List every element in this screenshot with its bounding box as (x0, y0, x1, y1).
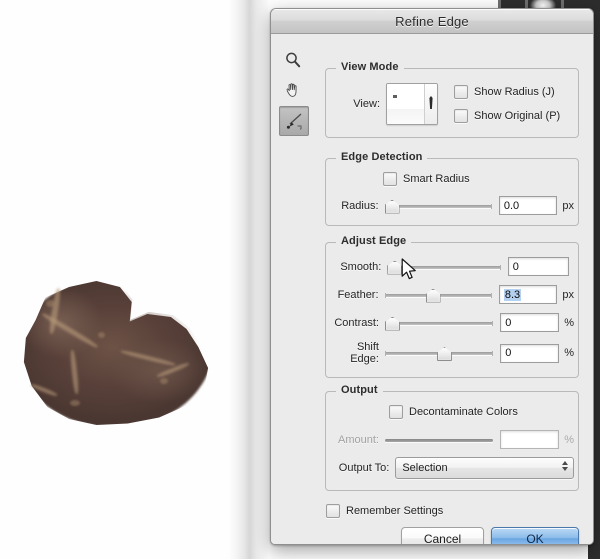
amount-unit: % (564, 434, 574, 446)
view-mode-popup[interactable] (386, 83, 438, 125)
adjust-edge-group: Adjust Edge Smooth: 0 Feather: (325, 242, 579, 378)
canvas-edge-shadow (228, 0, 268, 559)
radius-row: Radius: 0.0 px (330, 196, 574, 215)
magnifier-icon (284, 51, 302, 69)
contrast-unit: % (564, 317, 574, 329)
contrast-label: Contrast: (330, 317, 379, 329)
dialog-body: View Mode View: Show Radius (J) (271, 34, 593, 544)
shift-edge-unit: % (564, 347, 574, 359)
decontaminate-colors-checkbox[interactable] (389, 405, 403, 419)
contrast-value: 0 (505, 317, 511, 329)
cancel-button[interactable]: Cancel (401, 527, 484, 545)
contrast-input[interactable]: 0 (500, 313, 559, 332)
refine-edge-dialog: Refine Edge (270, 8, 594, 545)
stepper-arrows-icon (562, 461, 568, 471)
furry-brown-object (10, 272, 222, 437)
view-row: View: (338, 83, 438, 125)
ok-button[interactable]: OK (491, 527, 579, 545)
amount-slider (385, 433, 493, 447)
remember-settings-checkbox[interactable] (326, 504, 340, 518)
amount-label: Amount: (330, 434, 379, 446)
radius-slider[interactable] (385, 199, 492, 213)
feather-input[interactable]: 8.3 (499, 285, 558, 304)
refine-radius-tool[interactable] (279, 106, 309, 136)
shift-edge-label: Shift Edge: (330, 341, 379, 365)
cursor-arrow-icon (401, 258, 418, 282)
view-mode-group: View Mode View: Show Radius (J) (325, 68, 579, 138)
shift-edge-row: Shift Edge: 0 % (330, 341, 574, 365)
tool-strip (279, 46, 311, 138)
decontaminate-colors-label: Decontaminate Colors (409, 406, 518, 418)
show-radius-checkbox-row[interactable]: Show Radius (J) (454, 85, 555, 99)
dialog-title: Refine Edge (395, 14, 469, 29)
radius-label: Radius: (330, 200, 379, 212)
remember-settings-label: Remember Settings (346, 505, 443, 517)
amount-row: Amount: % (330, 430, 574, 449)
output-to-row: Output To: Selection (330, 457, 574, 479)
decontaminate-colors-checkbox-row[interactable]: Decontaminate Colors (389, 405, 518, 419)
shift-edge-slider[interactable] (385, 346, 493, 360)
shift-edge-slider-thumb[interactable] (437, 347, 452, 361)
show-radius-label: Show Radius (J) (474, 86, 555, 98)
feather-value: 8.3 (504, 289, 521, 301)
show-original-checkbox[interactable] (454, 109, 468, 123)
chevron-down-icon (427, 93, 435, 115)
contrast-row: Contrast: 0 % (330, 313, 574, 332)
feather-slider-thumb[interactable] (426, 289, 441, 303)
amount-input (500, 430, 559, 449)
view-preview-thumbnail (387, 84, 425, 124)
hand-icon (284, 81, 302, 99)
output-to-label: Output To: (330, 462, 389, 474)
contrast-slider[interactable] (385, 316, 493, 330)
output-to-value: Selection (402, 462, 447, 474)
show-radius-checkbox[interactable] (454, 85, 468, 99)
output-title: Output (336, 384, 383, 396)
zoom-tool[interactable] (279, 46, 307, 74)
contrast-slider-thumb[interactable] (385, 317, 400, 331)
shift-edge-input[interactable]: 0 (500, 344, 559, 363)
smart-radius-label: Smart Radius (403, 173, 470, 185)
hand-tool[interactable] (279, 76, 307, 104)
radius-value: 0.0 (504, 200, 519, 212)
output-to-select[interactable]: Selection (395, 457, 574, 479)
smart-radius-checkbox[interactable] (383, 172, 397, 186)
smooth-input[interactable]: 0 (508, 257, 569, 276)
edge-detection-group: Edge Detection Smart Radius Radius: 0.0 … (325, 158, 579, 226)
feather-label: Feather: (330, 289, 379, 301)
show-original-checkbox-row[interactable]: Show Original (P) (454, 109, 560, 123)
refine-brush-icon (284, 112, 304, 130)
output-group: Output Decontaminate Colors Amount: % Ou… (325, 391, 579, 491)
smart-radius-checkbox-row[interactable]: Smart Radius (383, 172, 470, 186)
smooth-label: Smooth: (330, 261, 381, 273)
edge-detection-title: Edge Detection (336, 151, 427, 163)
mouse-cursor (401, 258, 418, 282)
smooth-value: 0 (513, 261, 519, 273)
smooth-row: Smooth: 0 (330, 257, 574, 276)
ok-button-label: OK (526, 532, 543, 546)
shift-edge-value: 0 (505, 347, 511, 359)
dialog-titlebar[interactable]: Refine Edge (271, 9, 593, 34)
feather-row: Feather: 8.3 px (330, 285, 574, 304)
radius-input[interactable]: 0.0 (499, 196, 558, 215)
radius-unit: px (562, 200, 574, 212)
feather-unit: px (562, 289, 574, 301)
remember-settings-checkbox-row[interactable]: Remember Settings (326, 504, 443, 518)
radius-slider-thumb[interactable] (385, 200, 400, 214)
view-popup-arrow[interactable] (425, 84, 437, 124)
show-original-label: Show Original (P) (474, 110, 560, 122)
adjust-edge-title: Adjust Edge (336, 235, 411, 247)
view-mode-title: View Mode (336, 61, 404, 73)
feather-slider[interactable] (385, 288, 492, 302)
cancel-button-label: Cancel (424, 532, 461, 546)
view-label: View: (338, 98, 380, 110)
